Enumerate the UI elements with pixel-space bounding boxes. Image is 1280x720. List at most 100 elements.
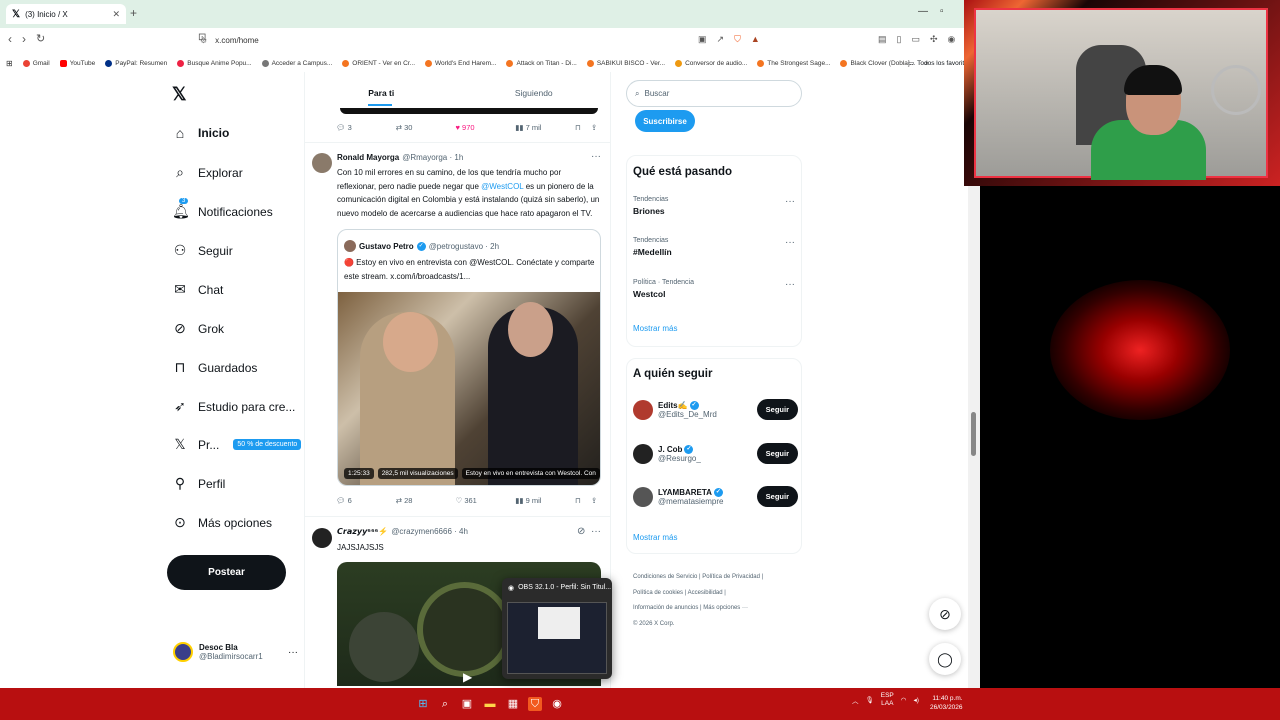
all-favorites[interactable]: ▭ Todos los favoritos	[908, 54, 971, 72]
show-more-link[interactable]: Mostrar más	[633, 324, 677, 333]
more-icon[interactable]: ···	[785, 196, 795, 207]
show-more-link[interactable]: Mostrar más	[633, 533, 677, 542]
nav-item-profile[interactable]: ⚲ Perfil	[172, 475, 225, 492]
brave-shield-icon[interactable]: ⛉	[734, 34, 741, 45]
bookmark-item[interactable]: The Strongest Sage...	[757, 59, 830, 67]
bookmark-item[interactable]: World's End Harem...	[425, 59, 496, 67]
trend-item[interactable]: Tendencias Briones ···	[633, 196, 795, 216]
x-logo-icon[interactable]: 𝕏	[172, 84, 187, 105]
reload-icon[interactable]: ↻	[36, 32, 45, 45]
author-name[interactable]: Ronald Mayorga	[337, 153, 399, 162]
search-input[interactable]: ⌕ Buscar	[626, 80, 802, 107]
quoted-tweet[interactable]: Gustavo Petro ✓ @petrogustavo · 2h 🔴 Est…	[337, 229, 601, 486]
share-icon[interactable]: ⇪	[591, 496, 601, 505]
nav-item-premium[interactable]: 𝕏 Pr... 50 % de descuento	[172, 436, 302, 453]
bookmark-item[interactable]: Attack on Titan - Di...	[506, 59, 577, 67]
file-explorer-icon[interactable]: ▬	[483, 697, 497, 711]
nav-item-home[interactable]: ⌂ Inicio	[172, 125, 230, 141]
author-name[interactable]: 𝘾𝙧𝙖𝙯𝙮𝙮⁶⁶⁶⚡	[337, 527, 388, 536]
avatar[interactable]	[312, 153, 332, 173]
mention-link[interactable]: @WestCOL	[481, 182, 523, 191]
follow-suggestion[interactable]: LYAMBARETA ✓ @mematasiempre Seguir	[633, 486, 798, 507]
video-thumbnail[interactable]: 1:25:33 282,5 mil visualizaciones Estoy …	[338, 292, 600, 485]
scrollbar-thumb[interactable]	[971, 412, 976, 456]
bookmark-item[interactable]: Busque Anime Popu...	[177, 59, 252, 67]
post-button[interactable]: Postear	[167, 555, 286, 590]
trend-item[interactable]: Política · Tendencia Westcol ···	[633, 279, 795, 299]
grok-icon[interactable]: ⊘	[577, 526, 585, 537]
previous-tweet-media[interactable]	[340, 108, 598, 114]
follow-button[interactable]: Seguir	[756, 486, 798, 507]
bookmark-item[interactable]: ORIENT - Ver en Cr...	[342, 59, 415, 67]
site-info-icon[interactable]: ⚙	[200, 36, 207, 45]
bookmark-item[interactable]: PayPal: Resumen	[105, 59, 167, 67]
like-button[interactable]: ♡ 361	[456, 496, 516, 505]
follow-button[interactable]: Seguir	[756, 443, 798, 464]
repost-button[interactable]: ⇄ 30	[396, 123, 456, 132]
views-button[interactable]: ▮▮ 7 mil	[515, 123, 575, 132]
repost-button[interactable]: ⇄ 28	[396, 496, 456, 505]
store-icon[interactable]: ▦	[506, 697, 520, 711]
more-icon[interactable]: ···	[288, 647, 298, 658]
bookmark-item[interactable]: Black Clover (Dobla]...	[840, 59, 915, 67]
more-icon[interactable]: ···	[591, 526, 601, 537]
nav-item-follow[interactable]: ⚇ Seguir	[172, 242, 233, 259]
more-icon[interactable]: ···	[785, 279, 795, 290]
sidebar-icon[interactable]: ▤	[878, 34, 887, 45]
windows-start-icon[interactable]: ⊞	[416, 697, 430, 711]
back-icon[interactable]: ‹	[8, 32, 12, 46]
new-tab-button[interactable]: +	[130, 6, 137, 20]
microphone-icon[interactable]: 🎙︎	[866, 696, 874, 704]
nav-item-bookmarks[interactable]: ⊓ Guardados	[172, 359, 258, 376]
wifi-icon[interactable]: ◠	[901, 696, 907, 704]
nav-item-creator-studio[interactable]: ➶ Estudio para cre...	[172, 398, 295, 415]
apps-icon[interactable]: ⊞	[6, 59, 13, 68]
bookmark-item[interactable]: SABIKUI BISCO - Ver...	[586, 59, 665, 67]
clock[interactable]: 11:40 p.m. 26/03/2026	[930, 694, 963, 712]
like-button[interactable]: ♥ 970	[456, 123, 516, 132]
maximize-button[interactable]: ▫	[940, 6, 944, 17]
account-switcher[interactable]: Desoc Bla @Bladimirsocarr1 ···	[173, 642, 298, 662]
nav-item-explore[interactable]: ⌕ Explorar	[172, 164, 243, 181]
bookmark-item[interactable]: Gmail	[22, 59, 50, 67]
grok-fab-icon[interactable]: ⊘	[929, 598, 961, 630]
url-field[interactable]: ⚙ x.com/home	[196, 31, 766, 49]
brave-rewards-icon[interactable]: ▲	[751, 34, 760, 45]
bookmark-icon[interactable]: ⊓	[575, 496, 591, 505]
author-handle[interactable]: @crazymen6666 · 4h	[391, 527, 468, 536]
nav-item-grok[interactable]: ⊘ Grok	[172, 320, 224, 337]
brave-browser-icon[interactable]: ⛉	[528, 697, 542, 711]
obs-window-preview[interactable]: ◉ OBS 32.1.0 - Perfil: Sin Titul...	[502, 578, 612, 679]
language-indicator[interactable]: ESP LAA	[881, 692, 894, 708]
obs-taskbar-icon[interactable]: ◉	[550, 697, 564, 711]
nav-item-notifications[interactable]: 🔔︎ 3 Notificaciones	[172, 198, 273, 220]
vpn-icon[interactable]: ◉	[948, 34, 956, 45]
nav-item-more[interactable]: ⊙ Más opciones	[172, 514, 272, 531]
wallet-icon[interactable]: ▭	[911, 34, 920, 45]
follow-suggestion[interactable]: J. Cob ✓ @Resurgo_ Seguir	[633, 443, 798, 464]
more-icon[interactable]: ···	[591, 151, 601, 162]
tab-following[interactable]: Siguiendo	[458, 80, 611, 108]
screenshot-icon[interactable]: ▣	[698, 34, 707, 45]
browser-tab[interactable]: 𝕏 (3) Inicio / X ✕	[6, 4, 126, 24]
avatar[interactable]	[312, 528, 332, 548]
bookmark-item[interactable]: Conversor de audio...	[675, 59, 747, 67]
task-view-icon[interactable]: ▣	[460, 697, 474, 711]
minimize-button[interactable]: —	[918, 6, 928, 17]
close-tab-icon[interactable]: ✕	[112, 9, 120, 20]
reply-button[interactable]: 💬︎ 3	[336, 123, 396, 132]
more-icon[interactable]: ···	[785, 237, 795, 248]
messages-fab-icon[interactable]: ◯	[929, 643, 961, 675]
nav-item-chat[interactable]: ✉ Chat	[172, 281, 223, 298]
reply-button[interactable]: 💬︎ 6	[336, 496, 396, 505]
subscribe-button[interactable]: Suscribirse	[635, 110, 695, 132]
follow-button[interactable]: Seguir	[756, 399, 798, 420]
reading-icon[interactable]: ▯	[897, 34, 902, 45]
volume-icon[interactable]: ◂)	[913, 696, 918, 704]
chevron-up-icon[interactable]: ︿	[852, 695, 859, 705]
forward-icon[interactable]: ›	[22, 32, 26, 46]
share-icon[interactable]: ↗	[717, 34, 725, 45]
search-icon[interactable]: ⌕	[438, 697, 452, 711]
views-button[interactable]: ▮▮ 9 mil	[515, 496, 575, 505]
bookmark-item[interactable]: YouTube	[59, 59, 95, 67]
